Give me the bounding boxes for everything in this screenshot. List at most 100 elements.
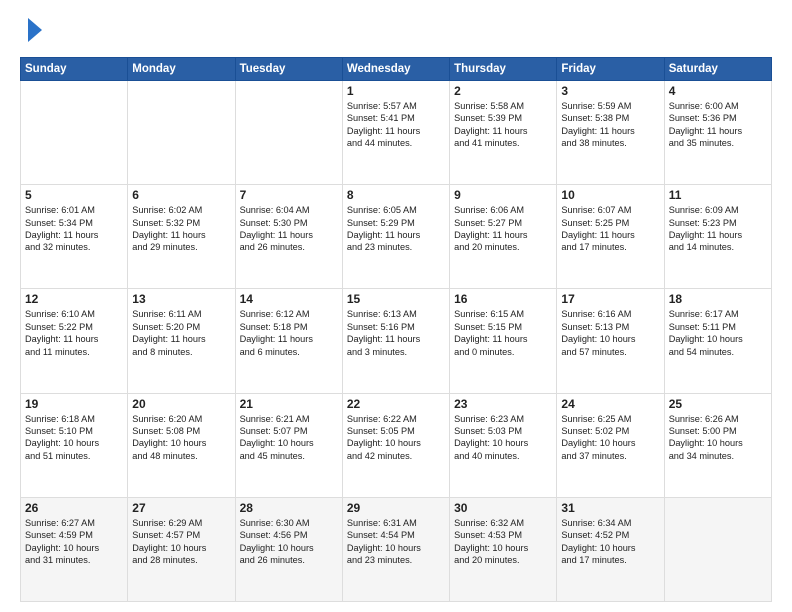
day-info-line: Daylight: 11 hours [454, 230, 527, 240]
logo-icon [24, 16, 46, 49]
day-info-line: Sunrise: 6:05 AM [347, 205, 417, 215]
calendar-cell: 7Sunrise: 6:04 AMSunset: 5:30 PMDaylight… [235, 185, 342, 289]
day-number: 15 [347, 292, 445, 306]
day-info-line: Sunrise: 6:02 AM [132, 205, 202, 215]
day-number: 22 [347, 397, 445, 411]
day-info-line: Sunrise: 6:21 AM [240, 414, 310, 424]
day-info-line: and 17 minutes. [561, 555, 626, 565]
day-info-line: Sunset: 5:29 PM [347, 218, 415, 228]
day-info-line: Daylight: 10 hours [132, 438, 206, 448]
day-info-line: Sunset: 5:10 PM [25, 426, 93, 436]
calendar-cell: 12Sunrise: 6:10 AMSunset: 5:22 PMDayligh… [21, 289, 128, 393]
day-info: Sunrise: 6:04 AMSunset: 5:30 PMDaylight:… [240, 204, 338, 254]
day-info-line: Daylight: 10 hours [25, 543, 99, 553]
calendar-cell [664, 497, 771, 601]
calendar-week-3: 12Sunrise: 6:10 AMSunset: 5:22 PMDayligh… [21, 289, 772, 393]
day-info-line: Sunrise: 6:30 AM [240, 518, 310, 528]
day-info-line: Sunset: 5:25 PM [561, 218, 629, 228]
day-info-line: and 23 minutes. [347, 242, 412, 252]
day-number: 11 [669, 188, 767, 202]
day-number: 8 [347, 188, 445, 202]
calendar-cell: 15 Sunrise: 6:13 AMSunset: 5:16 PMDayligh… [342, 289, 449, 393]
day-info-line: Daylight: 10 hours [240, 543, 314, 553]
day-info-line: Daylight: 10 hours [454, 438, 528, 448]
day-info-line: Sunset: 5:02 PM [561, 426, 629, 436]
calendar-table: SundayMondayTuesdayWednesdayThursdayFrid… [20, 57, 772, 602]
day-info-line: Sunrise: 6:12 AM [240, 309, 310, 319]
day-info-line: and 35 minutes. [669, 138, 734, 148]
day-info-line: Sunrise: 6:17 AM [669, 309, 739, 319]
day-info-line: Daylight: 11 hours [347, 230, 420, 240]
day-info-line: Sunset: 5:32 PM [132, 218, 200, 228]
day-info-line: Sunrise: 5:57 AM [347, 101, 417, 111]
day-info-line: and 8 minutes. [132, 347, 192, 357]
day-info-line: Sunset: 4:56 PM [240, 530, 308, 540]
day-info-line: and 42 minutes. [347, 451, 412, 461]
day-info-line: Daylight: 10 hours [561, 543, 635, 553]
day-info-line: Daylight: 11 hours [561, 230, 634, 240]
calendar-cell: 14Sunrise: 6:12 AMSunset: 5:18 PMDayligh… [235, 289, 342, 393]
day-info-line: Daylight: 10 hours [347, 438, 421, 448]
day-info: Sunrise: 6:15 AMSunset: 5:15 PMDaylight:… [454, 308, 552, 358]
day-info: Sunrise: 6:12 AMSunset: 5:18 PMDaylight:… [240, 308, 338, 358]
day-info-line: Sunset: 4:59 PM [25, 530, 93, 540]
day-number: 3 [561, 84, 659, 98]
day-info-line: Daylight: 11 hours [132, 334, 205, 344]
calendar-week-5: 26Sunrise: 6:27 AMSunset: 4:59 PMDayligh… [21, 497, 772, 601]
calendar-cell [21, 81, 128, 185]
day-info-line: Daylight: 11 hours [669, 126, 742, 136]
day-info-line: and 45 minutes. [240, 451, 305, 461]
day-number: 10 [561, 188, 659, 202]
day-info-line: and 20 minutes. [454, 242, 519, 252]
day-info-line: Sunrise: 6:16 AM [561, 309, 631, 319]
day-number: 29 [347, 501, 445, 515]
calendar-cell: 22 Sunrise: 6:22 AMSunset: 5:05 PMDayligh… [342, 393, 449, 497]
day-info-line: Sunset: 5:30 PM [240, 218, 308, 228]
day-info: Sunrise: 5:57 AMSunset: 5:41 PMDaylight:… [347, 100, 445, 150]
calendar-cell: 5Sunrise: 6:01 AMSunset: 5:34 PMDaylight… [21, 185, 128, 289]
calendar-cell: 28Sunrise: 6:30 AMSunset: 4:56 PMDayligh… [235, 497, 342, 601]
calendar-cell: 23Sunrise: 6:23 AMSunset: 5:03 PMDayligh… [450, 393, 557, 497]
col-header-friday: Friday [557, 58, 664, 81]
day-info: Sunrise: 6:32 AMSunset: 4:53 PMDaylight:… [454, 517, 552, 567]
day-info-line: Sunset: 4:53 PM [454, 530, 522, 540]
day-info-line: and 41 minutes. [454, 138, 519, 148]
day-info-line: and 51 minutes. [25, 451, 90, 461]
day-info-line: Sunrise: 6:31 AM [347, 518, 417, 528]
day-info-line: Sunset: 5:18 PM [240, 322, 308, 332]
day-info-line: and 20 minutes. [454, 555, 519, 565]
calendar-cell: 1Sunrise: 5:57 AMSunset: 5:41 PMDaylight… [342, 81, 449, 185]
day-info-line: Sunset: 5:15 PM [454, 322, 522, 332]
day-info: Sunrise: 6:22 AMSunset: 5:05 PMDaylight:… [347, 413, 445, 463]
day-info-line: Sunrise: 5:59 AM [561, 101, 631, 111]
calendar-cell: 24Sunrise: 6:25 AMSunset: 5:02 PMDayligh… [557, 393, 664, 497]
day-info-line: Sunrise: 6:07 AM [561, 205, 631, 215]
day-info: Sunrise: 6:17 AMSunset: 5:11 PMDaylight:… [669, 308, 767, 358]
day-info-line: Sunrise: 6:34 AM [561, 518, 631, 528]
day-info: Sunrise: 6:00 AMSunset: 5:36 PMDaylight:… [669, 100, 767, 150]
day-info: Sunrise: 6:13 AMSunset: 5:16 PMDaylight:… [347, 308, 445, 358]
day-info-line: Sunrise: 6:29 AM [132, 518, 202, 528]
header [20, 16, 772, 49]
calendar-cell: 10 Sunrise: 6:07 AM Sunset: 5:25 PM Dayligh… [557, 185, 664, 289]
day-info-line: Sunrise: 6:15 AM [454, 309, 524, 319]
page: SundayMondayTuesdayWednesdayThursdayFrid… [0, 0, 792, 612]
day-info-line: Daylight: 10 hours [240, 438, 314, 448]
day-info-line: Sunset: 5:08 PM [132, 426, 200, 436]
logo [20, 16, 46, 49]
day-info-line: and 3 minutes. [347, 347, 407, 357]
day-number: 5 [25, 188, 123, 202]
calendar-cell: 29Sunrise: 6:31 AMSunset: 4:54 PMDayligh… [342, 497, 449, 601]
calendar-cell: 2Sunrise: 5:58 AMSunset: 5:39 PMDaylight… [450, 81, 557, 185]
day-info: Sunrise: 6:30 AM Sunset: 4:56 PM Daylight:… [240, 517, 338, 567]
day-number: 27 [132, 501, 230, 515]
day-info-line: Daylight: 11 hours [347, 126, 420, 136]
day-info: Sunrise: 6:27 AMSunset: 4:59 PMDaylight:… [25, 517, 123, 567]
day-info-line: Sunset: 5:36 PM [669, 113, 737, 123]
day-info-line: Daylight: 11 hours [132, 230, 205, 240]
day-info-line: and 48 minutes. [132, 451, 197, 461]
col-header-tuesday: Tuesday [235, 58, 342, 81]
day-info-line: Daylight: 10 hours [669, 438, 743, 448]
day-number: 18 [669, 292, 767, 306]
day-info-line: Daylight: 10 hours [561, 334, 635, 344]
